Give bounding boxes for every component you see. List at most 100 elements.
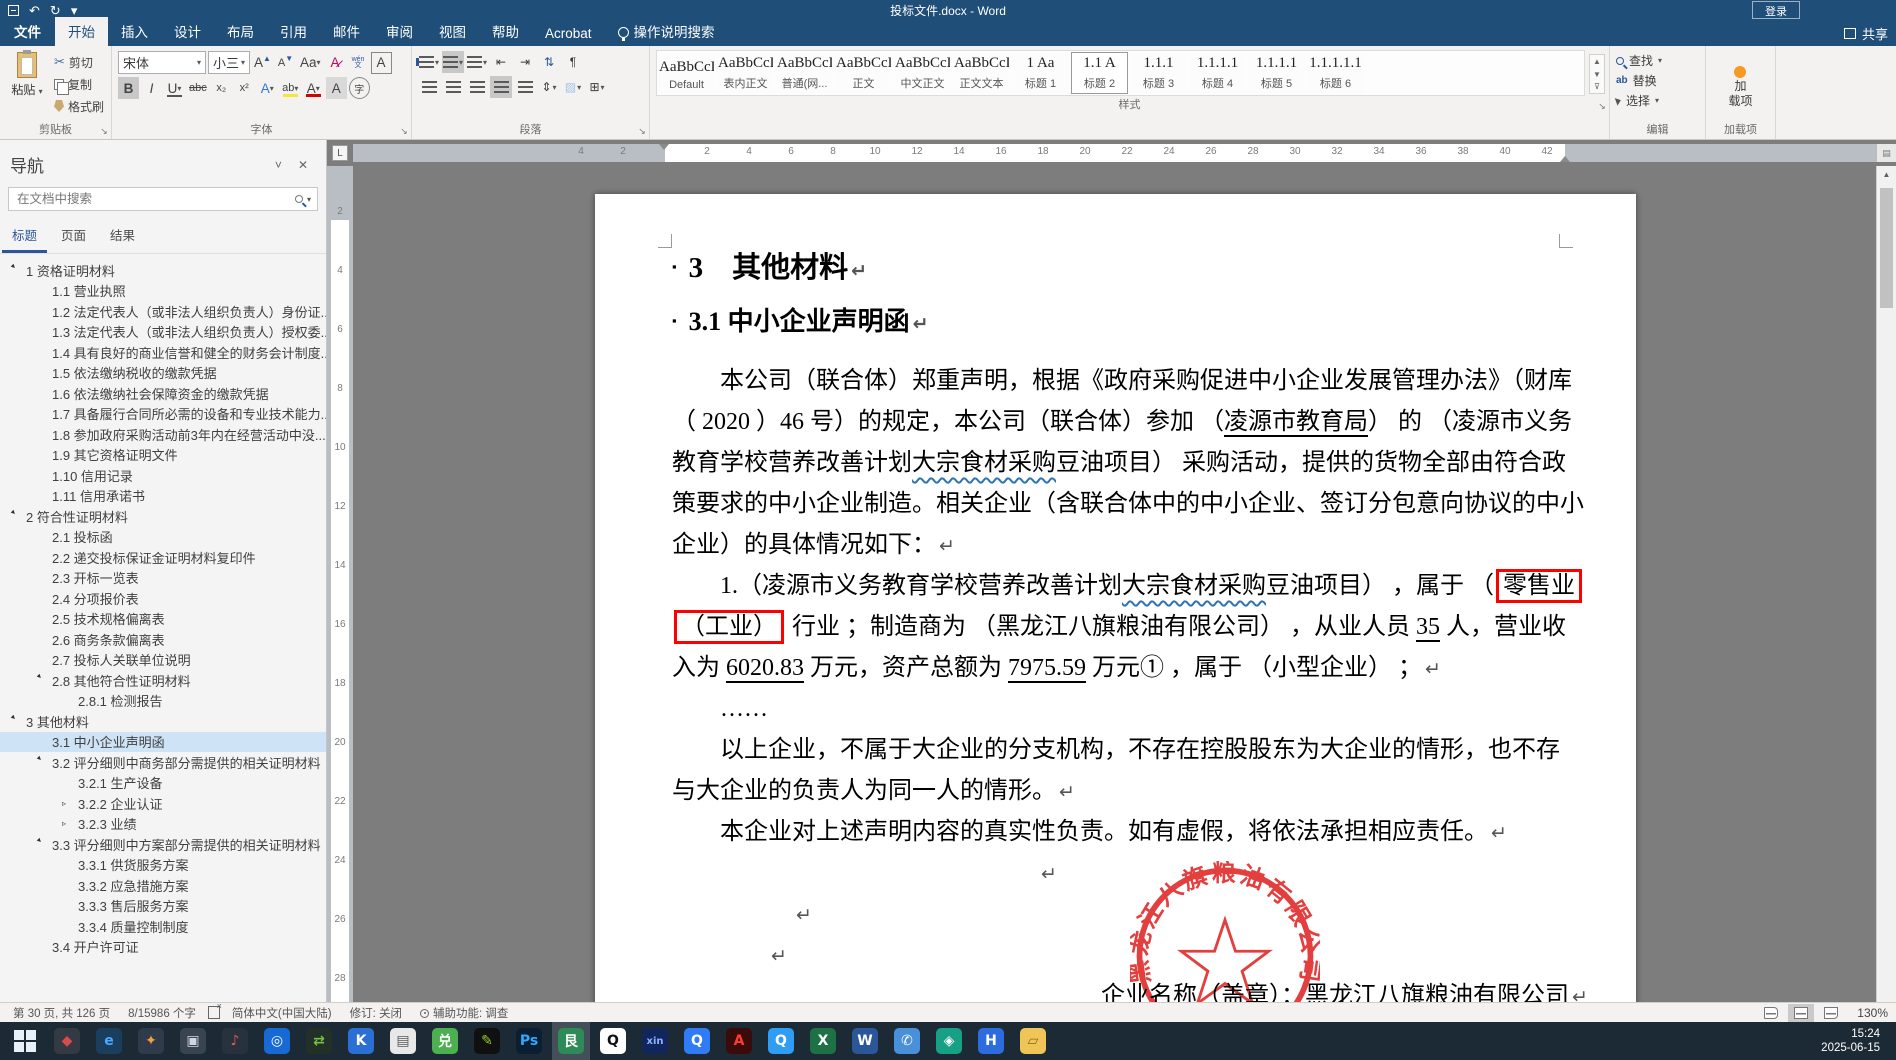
nav-item[interactable]: ▸1.4 具有良好的商业信誉和健全的财务会计制度... bbox=[0, 342, 326, 363]
copy-button[interactable]: 复制 bbox=[54, 74, 104, 95]
nav-item[interactable]: ▸ 3.2 评分细则中商务部分需提供的相关证明材料 bbox=[0, 752, 326, 773]
nav-tab-标题[interactable]: 标题 bbox=[2, 221, 48, 253]
acrobat-icon[interactable]: A bbox=[720, 1022, 758, 1060]
scroll-up-icon[interactable]: ▲ bbox=[1877, 166, 1896, 183]
phone-app-icon[interactable]: ✆ bbox=[888, 1022, 926, 1060]
nav-item[interactable]: ▸1.6 依法缴纳社会保障资金的缴款凭据 bbox=[0, 383, 326, 404]
tab-insert[interactable]: 插入 bbox=[108, 17, 161, 46]
ruler-toggle-button[interactable]: ▤ bbox=[1876, 144, 1896, 162]
replace-button[interactable]: ab 替换 bbox=[1616, 71, 1662, 90]
page-indicator[interactable]: 第 30 页, 共 126 页 bbox=[4, 1005, 119, 1021]
tab-acrobat[interactable]: Acrobat bbox=[532, 22, 605, 46]
strikethrough-button[interactable]: abc bbox=[187, 77, 209, 99]
print-layout-button[interactable] bbox=[1788, 1003, 1814, 1022]
styles-scroll[interactable]: ▲ ▼ ⊽ bbox=[1589, 54, 1605, 94]
tab-references[interactable]: 引用 bbox=[267, 17, 320, 46]
nav-item[interactable]: ▸3.4 开户许可证 bbox=[0, 937, 326, 958]
enclose-characters-button[interactable]: 字 bbox=[348, 77, 370, 99]
tree-expanded-icon[interactable]: ▸ bbox=[9, 261, 27, 279]
cut-button[interactable]: ✂ 剪切 bbox=[54, 52, 104, 72]
align-left-button[interactable] bbox=[418, 76, 440, 98]
clear-format-button[interactable]: A̷ bbox=[325, 52, 346, 74]
increase-indent-button[interactable]: ⇥ bbox=[514, 51, 536, 73]
phonetic-guide-button[interactable]: wén 文 bbox=[348, 52, 369, 74]
bold-button[interactable]: B bbox=[118, 77, 139, 99]
nav-item[interactable]: ▸1.8 参加政府采购活动前3年内在经营活动中没... bbox=[0, 424, 326, 445]
web-layout-button[interactable] bbox=[1818, 1004, 1844, 1022]
line-spacing-button[interactable]: ⇕ ▾ bbox=[538, 76, 560, 98]
nav-item[interactable]: ▸1.2 法定代表人（或非法人组织负责人）身份证... bbox=[0, 301, 326, 322]
nav-item[interactable]: ▸1.1 营业执照 bbox=[0, 281, 326, 302]
multilevel-list-button[interactable]: ▾ bbox=[466, 51, 488, 73]
style-item-Default[interactable]: AaBbCcDc Default bbox=[658, 52, 715, 94]
nav-item[interactable]: ▸ 3.3 评分细则中方案部分需提供的相关证明材料 bbox=[0, 834, 326, 855]
font-color-button[interactable]: A ▾ bbox=[303, 77, 324, 99]
document-canvas[interactable]: ▪ 3 其他材料 ↵ ▪ 3.1 中小企业声明函 ↵ 本公司（联合体）郑重声明，根据《政府采… bbox=[353, 166, 1876, 1002]
highlight-color-button[interactable]: ab ▾ bbox=[280, 77, 301, 99]
justify-button[interactable] bbox=[490, 76, 512, 98]
distribute-button[interactable] bbox=[514, 76, 536, 98]
nav-item[interactable]: ▸1.9 其它资格证明文件 bbox=[0, 445, 326, 466]
style-item-中文正文[interactable]: AaBbCcDc 中文正文 bbox=[894, 52, 951, 94]
scrollbar-thumb[interactable] bbox=[1880, 188, 1893, 308]
nav-tab-页面[interactable]: 页面 bbox=[51, 221, 96, 253]
styles-dialog-launcher[interactable]: ↘ bbox=[1597, 101, 1607, 111]
nav-search-dropdown-icon[interactable]: ▾ bbox=[307, 195, 311, 204]
nav-item[interactable]: ▸2.4 分项报价表 bbox=[0, 588, 326, 609]
style-item-标题 5[interactable]: 1.1.1.1 标题 5 bbox=[1248, 52, 1305, 94]
zoom-level[interactable]: 130% bbox=[1848, 1006, 1888, 1020]
paste-button[interactable]: 粘贴 ▾ bbox=[6, 50, 48, 121]
app-gray-icon[interactable]: ▣ bbox=[174, 1022, 212, 1060]
tab-tellme[interactable]: 操作说明搜索 bbox=[605, 17, 728, 46]
nav-item[interactable]: ▸ 2.8 其他符合性证明材料 bbox=[0, 670, 326, 691]
word-icon[interactable]: W bbox=[846, 1022, 884, 1060]
v-ruler[interactable]: 2 4 6 8 10 12 14 16 18 20 22 24 26 28 bbox=[327, 166, 353, 1002]
tree-expanded-icon[interactable]: ▸ bbox=[9, 712, 27, 730]
h-app-icon[interactable]: H bbox=[972, 1022, 1010, 1060]
nav-pane-menu-icon[interactable]: ˅ bbox=[267, 158, 290, 172]
folder-icon[interactable]: ▱ bbox=[1014, 1022, 1052, 1060]
qq-cloud-icon[interactable]: Q bbox=[762, 1022, 800, 1060]
nav-item[interactable]: ▸3.1 中小企业声明函 bbox=[0, 731, 326, 752]
nav-item[interactable]: ▸1.10 信用记录 bbox=[0, 465, 326, 486]
h-ruler[interactable]: 4 2 2 4 6 8 10 12 14 16 18 20 22 24 26 28 30 32 34 36 38 40 42 bbox=[353, 144, 1876, 162]
tab-review[interactable]: 审阅 bbox=[373, 17, 426, 46]
styles-down-icon[interactable]: ▼ bbox=[1593, 70, 1601, 79]
paragraph-shading-button[interactable]: ▨ ▾ bbox=[562, 76, 584, 98]
indent-marker[interactable] bbox=[659, 144, 669, 150]
nav-item[interactable]: ▸2.3 开标一览表 bbox=[0, 568, 326, 589]
font-family-select[interactable]: 宋体 ▾ bbox=[118, 51, 206, 74]
nav-item[interactable]: ▸2.1 投标函 bbox=[0, 527, 326, 548]
app-colorful-icon[interactable]: ✦ bbox=[132, 1022, 170, 1060]
qq-icon[interactable]: Q bbox=[594, 1022, 632, 1060]
tree-collapsed-icon[interactable]: ▹ bbox=[62, 799, 78, 808]
numbering-button[interactable]: ▾ bbox=[442, 51, 464, 73]
signin-button[interactable]: 登录 bbox=[1752, 1, 1800, 19]
nav-tab-结果[interactable]: 结果 bbox=[100, 221, 145, 253]
roundcube-icon[interactable]: ◎ bbox=[258, 1022, 296, 1060]
show-marks-button[interactable]: ¶ bbox=[562, 51, 584, 73]
grow-font-button[interactable]: A ▲ bbox=[252, 52, 273, 74]
wechat-icon[interactable]: 兑 bbox=[426, 1022, 464, 1060]
vertical-scrollbar[interactable]: ▲ bbox=[1876, 166, 1896, 1002]
style-item-标题 6[interactable]: 1.1.1.1.1 标题 6 bbox=[1307, 52, 1364, 94]
nav-item[interactable]: ▸2.5 技术规格偏离表 bbox=[0, 609, 326, 630]
coreldraw-icon[interactable]: ✎ bbox=[468, 1022, 506, 1060]
word-count[interactable]: 8/15986 个字 bbox=[119, 1005, 205, 1021]
proofing-icon[interactable] bbox=[207, 1001, 222, 1019]
music-app-icon[interactable]: ♪ bbox=[216, 1022, 254, 1060]
tree-expanded-icon[interactable]: ▸ bbox=[35, 835, 53, 853]
style-item-标题 1[interactable]: 1 Aa 标题 1 bbox=[1012, 52, 1069, 94]
nav-search-box[interactable]: ▾ bbox=[8, 187, 318, 211]
xin-app-icon[interactable]: xin bbox=[636, 1022, 674, 1060]
style-item-正文文本[interactable]: AaBbCcDc 正文文本 bbox=[953, 52, 1010, 94]
decrease-indent-button[interactable]: ⇤ bbox=[490, 51, 512, 73]
underline-button[interactable]: U ▾ bbox=[164, 77, 185, 99]
character-border-button[interactable]: A bbox=[370, 51, 392, 74]
taskbar-clock[interactable]: 15:24 2025-06-15 bbox=[1821, 1027, 1890, 1055]
paragraph-dialog-launcher[interactable]: ↘ bbox=[637, 126, 647, 136]
tab-help[interactable]: 帮助 bbox=[479, 17, 532, 46]
style-item-普通(网...[interactable]: AaBbCcDc 普通(网... bbox=[776, 52, 833, 94]
italic-button[interactable]: I bbox=[141, 77, 162, 99]
excel-icon[interactable]: X bbox=[804, 1022, 842, 1060]
